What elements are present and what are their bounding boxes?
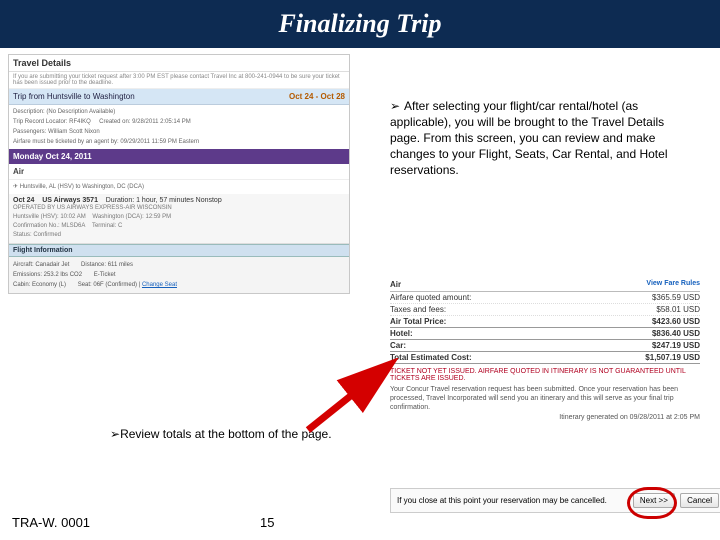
travel-details-screenshot: Travel Details If you are submitting you… [8,54,350,294]
desc-value: (No Description Available) [46,109,115,115]
confirmation-blurb: Your Concur Travel reservation request h… [390,385,700,412]
created-on: Created on: 9/28/2011 2:05:14 PM [99,119,191,125]
slide-title: Finalizing Trip [0,0,720,48]
trip-title: Trip from Huntsville to Washington [13,92,135,101]
view-fare-rules-link[interactable]: View Fare Rules [646,280,700,289]
operated-by: OPERATED BY US AIRWAYS EXPRESS-AIR WISCO… [13,204,345,213]
hotel-value: $836.40 USD [652,329,700,338]
route-text: Huntsville, AL (HSV) to Washington, DC (… [20,184,144,190]
desc-label: Description: [13,109,45,115]
air-total-value: $423.60 USD [652,317,700,326]
day-header: Monday Oct 24, 2011 [9,149,349,164]
page-number: 15 [260,515,274,530]
cancel-button[interactable]: Cancel [680,493,719,508]
route: ✈ Huntsville, AL (HSV) to Washington, DC… [9,180,349,194]
record-locator: Trip Record Locator: RF4IKQ [13,119,91,125]
aircraft: Aircraft: Canadair Jet [13,262,69,268]
confirmation-no: Confirmation No.: MLSD6A [13,223,85,229]
taxes-label: Taxes and fees: [390,305,446,314]
emissions: Emissions: 253.2 lbs CO2 [13,272,82,278]
cost-summary: Air View Fare Rules Airfare quoted amoun… [390,278,700,421]
close-warning-bar: If you close at this point your reservat… [390,488,720,513]
distance: Distance: 611 miles [81,262,133,268]
duration: Duration: 1 hour, 57 minutes Nonstop [106,197,222,204]
terminal: Terminal: C [92,223,122,229]
total-label: Total Estimated Cost: [390,353,472,362]
bullet-arrow-icon: ➢ [110,427,120,441]
deadline-note: If you are submitting your ticket reques… [9,72,349,89]
next-button[interactable]: Next >> [633,493,675,508]
flight-info: Aircraft: Canadair Jet Distance: 611 mil… [9,257,349,293]
document-id: TRA-W. 0001 [12,515,90,530]
bullet-travel-details: ➢After selecting your flight/car rental/… [390,98,690,178]
trip-dates: Oct 24 - Oct 28 [289,92,345,101]
carrier: US Airways 3571 [42,197,98,204]
close-warning-text: If you close at this point your reservat… [397,496,607,505]
arrive: Washington (DCA): 12:59 PM [92,214,171,220]
flight-info-header: Flight Information [9,244,349,257]
airfare-label: Airfare quoted amount: [390,293,471,302]
air-section-label: Air [9,164,349,180]
seat: Seat: 06F (Confirmed) | [78,282,142,288]
seg-date: Oct 24 [13,197,34,204]
trip-banner: Trip from Huntsville to Washington Oct 2… [9,89,349,105]
car-label: Car: [390,341,406,350]
flight-segment: Oct 24 US Airways 3571 Duration: 1 hour,… [9,194,349,244]
ticket-warning: TICKET NOT YET ISSUED. AIRFARE QUOTED IN… [390,368,700,382]
airfare-value: $365.59 USD [652,293,700,302]
bullet-arrow-icon: ➢ [390,98,404,114]
bullet-2-text: Review totals at the bottom of the page. [120,427,331,441]
passengers: Passengers: William Scott Nixon [13,129,100,135]
cabin: Cabin: Economy (L) [13,282,66,288]
air-header: Air [390,280,401,289]
status: Status: Confirmed [13,231,345,240]
car-value: $247.19 USD [652,341,700,350]
total-value: $1,507.19 USD [645,353,700,362]
ticket-by: Airfare must be ticketed by an agent by:… [13,139,199,145]
hotel-label: Hotel: [390,329,413,338]
screenshot-header: Travel Details [9,55,349,72]
slide-body: Travel Details If you are submitting you… [0,48,720,540]
air-total-label: Air Total Price: [390,317,446,326]
eticket: E-Ticket [94,272,116,278]
change-seat-link[interactable]: Change Seat [142,282,177,288]
taxes-value: $58.01 USD [656,305,700,314]
depart: Huntsville (HSV): 10:02 AM [13,214,86,220]
bullet-1-text: After selecting your flight/car rental/h… [390,99,667,177]
bullet-review-totals: ➢Review totals at the bottom of the page… [110,426,370,442]
itinerary-timestamp: Itinerary generated on 09/28/2011 at 2:0… [390,414,700,421]
